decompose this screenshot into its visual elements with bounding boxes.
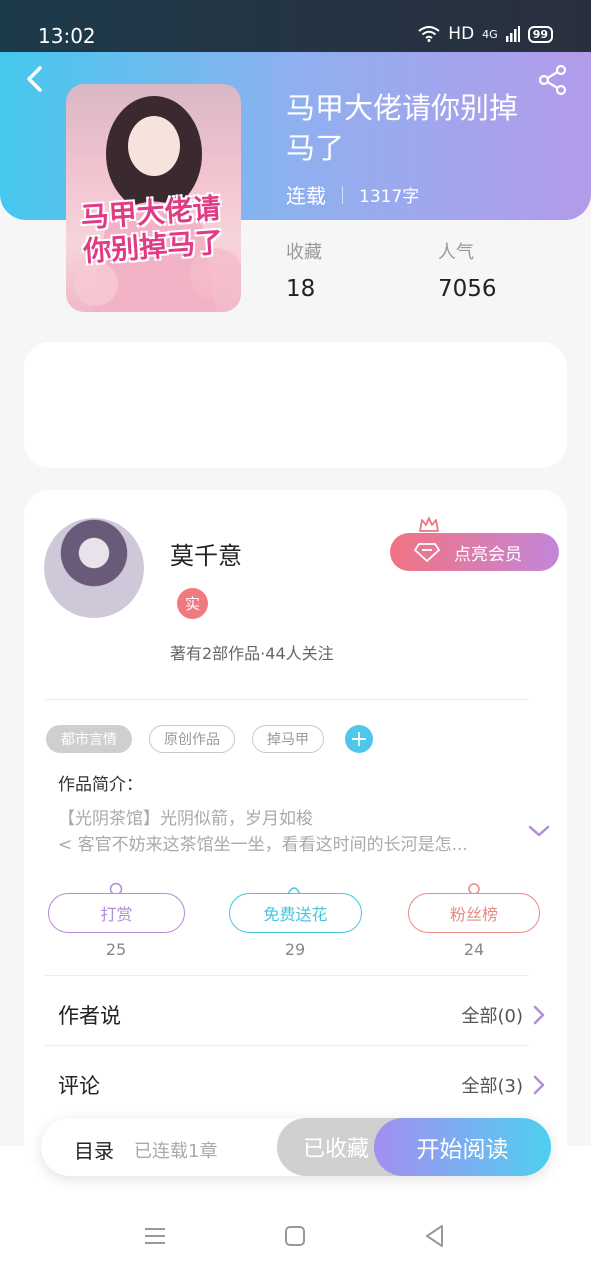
vip-button[interactable]: 点亮会员 (390, 533, 559, 571)
intro-line: < 客官不妨来这茶馆坐一坐，看看这时间的长河是怎... (58, 835, 468, 855)
meta-divider (342, 185, 343, 204)
book-title: 马甲大佬请你别掉马了 (286, 91, 519, 165)
row-right: 全部(3) (462, 1072, 546, 1098)
flower-count: 29 (284, 940, 306, 959)
battery-indicator: 99 (527, 25, 553, 43)
intro-label: 作品简介： (58, 775, 143, 795)
book-cover[interactable]: 马甲大佬请你别掉马了 (66, 84, 241, 312)
stat-label: 收藏 (286, 242, 322, 263)
divider (44, 1045, 529, 1046)
cover-title-text: 马甲大佬请你别掉马了 (79, 191, 225, 269)
tag-item[interactable]: 掉马甲 (252, 725, 324, 753)
author-stats: 著有2部作品·44人关注 (170, 644, 334, 663)
chapter-count[interactable]: 已连载1章 (134, 1137, 217, 1163)
chevron-right-icon (533, 1075, 545, 1095)
stat-value: 7056 (438, 276, 497, 302)
tag-item[interactable]: 都市言情 (46, 725, 132, 753)
serial-status: 连载 (286, 184, 326, 208)
row-right: 全部(0) (462, 1002, 546, 1028)
author-name[interactable]: 莫千意 (170, 536, 242, 571)
vip-button-label: 点亮会员 (454, 544, 522, 565)
author-says-row[interactable]: 作者说 全部(0) (58, 1000, 545, 1030)
empty-card (24, 342, 567, 468)
chevron-right-icon (533, 1005, 545, 1025)
tag-item[interactable]: 原创作品 (149, 725, 235, 753)
author-avatar[interactable] (44, 518, 144, 618)
row-count: 全部(0) (461, 1006, 524, 1027)
home-icon[interactable] (281, 1222, 309, 1250)
wifi-icon (418, 26, 440, 42)
toc-button[interactable]: 目录 (74, 1135, 114, 1164)
row-count: 全部(3) (461, 1076, 524, 1097)
back-icon[interactable] (20, 62, 50, 96)
tip-button[interactable]: 打赏 (48, 893, 185, 933)
word-count: 1317字 (359, 187, 420, 207)
tag-list: 都市言情 原创作品 掉马甲 + (46, 725, 373, 753)
crown-icon (419, 517, 439, 532)
row-title: 作者说 (58, 1004, 121, 1028)
divider (44, 699, 529, 700)
menu-icon[interactable] (141, 1222, 169, 1250)
start-reading-button[interactable]: 开始阅读 (374, 1118, 551, 1176)
verified-badge: 实 (177, 588, 208, 619)
network-label: HD (448, 24, 475, 44)
stat-value: 18 (286, 276, 316, 302)
chevron-down-icon[interactable] (526, 820, 552, 842)
signal-label: 4G (482, 27, 498, 41)
diamond-icon (414, 543, 440, 562)
stat-label: 人气 (438, 242, 474, 263)
row-title: 评论 (58, 1074, 100, 1098)
fan-ranking-button[interactable]: 粉丝榜 (408, 893, 540, 933)
intro-line: 【光阴茶馆】光阴似箭，岁月如梭 (58, 809, 313, 829)
fan-count: 24 (463, 940, 485, 959)
add-tag-button[interactable]: + (345, 725, 373, 753)
status-time: 13:02 (38, 24, 96, 48)
divider (44, 975, 529, 976)
stat-favorites: 收藏 18 (286, 238, 322, 302)
tip-count: 25 (105, 940, 127, 959)
intro-text[interactable]: 【光阴茶馆】光阴似箭，岁月如梭 < 客官不妨来这茶馆坐一坐，看看这时间的长河是怎… (58, 806, 518, 858)
signal-icon (505, 26, 520, 42)
status-indicators: HD 4G 99 (418, 24, 553, 44)
back-nav-icon[interactable] (421, 1222, 449, 1250)
comments-row[interactable]: 评论 全部(3) (58, 1070, 545, 1100)
stat-popularity: 人气 7056 (438, 238, 497, 302)
send-flower-button[interactable]: 免费送花 (229, 893, 362, 933)
book-meta: 连载 1317字 (286, 180, 419, 209)
